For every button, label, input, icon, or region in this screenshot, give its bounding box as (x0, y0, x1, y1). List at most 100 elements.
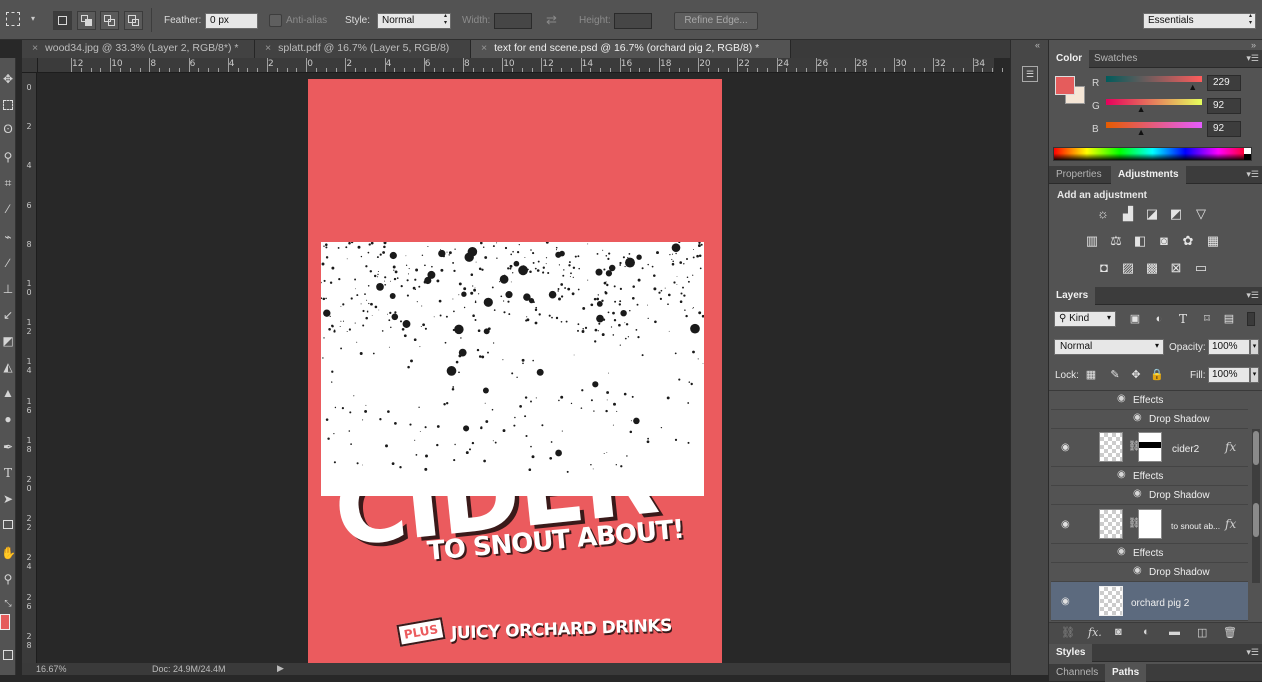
brush-tool-icon[interactable]: ∕ (1, 256, 15, 270)
fill-input[interactable]: 100% (1208, 367, 1250, 383)
filter-smart-object-icon[interactable]: ▤ (1221, 312, 1237, 326)
eye-icon[interactable]: ◉ (1061, 442, 1070, 453)
marquee-tool-icon[interactable] (1, 98, 15, 112)
panel-menu-icon[interactable]: ▾☰ (1246, 290, 1259, 301)
lock-paint-icon[interactable]: ✎ (1107, 368, 1123, 382)
r-value-input[interactable]: 229 (1207, 75, 1241, 91)
clone-stamp-tool-icon[interactable]: ⊥ (1, 282, 15, 296)
style-select[interactable]: Normal (377, 13, 451, 29)
filter-adjustment-layer-icon[interactable]: ◐ (1151, 312, 1167, 326)
photo-filter-icon[interactable]: ◙ (1156, 234, 1172, 248)
tab-splatt[interactable]: × splatt.pdf @ 16.7% (Layer 5, RGB/8) (255, 40, 471, 58)
curves-icon[interactable]: ◪ (1144, 207, 1160, 221)
eye-icon[interactable]: ◉ (1061, 596, 1070, 607)
filter-shape-layer-icon[interactable]: ⌑ (1199, 312, 1215, 326)
doc-size[interactable]: Doc: 24.9M/24.4M (152, 664, 226, 674)
dodge-tool-icon[interactable]: ● (1, 412, 15, 426)
eyedropper-tool-icon[interactable]: ⁄ (1, 202, 15, 216)
type-tool-icon[interactable]: T (1, 466, 15, 480)
layer-name[interactable]: to snout ab... (1171, 521, 1220, 531)
foreground-color-swatch[interactable] (1055, 76, 1075, 95)
eye-icon[interactable]: ◉ (1117, 393, 1126, 404)
lock-all-icon[interactable]: 🔒 (1149, 368, 1165, 382)
channel-mixer-icon[interactable]: ✿ (1180, 234, 1196, 248)
eraser-tool-icon[interactable]: ◩ (1, 334, 15, 348)
layer-mask-thumbnail[interactable] (1138, 509, 1162, 539)
collapse-arrows-icon[interactable]: » (1251, 40, 1256, 50)
trash-icon[interactable]: 🗑 (1223, 626, 1237, 639)
close-icon[interactable]: × (481, 42, 487, 54)
effects-row[interactable]: ◉ Effects (1051, 544, 1248, 563)
subtract-selection-mode-button[interactable] (100, 11, 119, 30)
eye-icon[interactable]: ◉ (1117, 469, 1126, 480)
hand-tool-icon[interactable]: ✋ (1, 546, 15, 560)
zoom-level[interactable]: 16.67% (36, 664, 67, 674)
paint-bucket-tool-icon[interactable]: ◭ (1, 360, 15, 374)
exposure-icon[interactable]: ◩ (1168, 207, 1184, 221)
fill-dropdown-arrow[interactable]: ▾ (1250, 367, 1259, 383)
zoom-tool-icon[interactable]: ⚲ (1, 572, 15, 586)
effects-row[interactable]: ◉ Effects (1051, 467, 1248, 486)
workspace-select[interactable]: Essentials (1143, 13, 1256, 29)
pen-tool-icon[interactable]: ✒ (1, 440, 15, 454)
layers-scrollbar-thumb[interactable] (1253, 503, 1259, 537)
filter-toggle-switch[interactable] (1247, 312, 1255, 326)
panel-menu-icon[interactable]: ▾☰ (1246, 53, 1259, 64)
g-value-input[interactable]: 92 (1207, 98, 1241, 114)
black-white-icon[interactable]: ◧ (1132, 234, 1148, 248)
vibrance-icon[interactable]: ▽ (1193, 207, 1209, 221)
blur-tool-icon[interactable]: ▲ (1, 386, 15, 400)
tab-channels[interactable]: Channels (1049, 664, 1105, 682)
posterize-icon[interactable]: ▨ (1120, 261, 1136, 275)
history-brush-tool-icon[interactable]: ↙ (1, 308, 15, 322)
intersect-selection-mode-button[interactable] (124, 11, 143, 30)
color-lookup-icon[interactable]: ▦ (1205, 234, 1221, 248)
layer-row-selected[interactable]: ◉ orchard pig 2 (1051, 582, 1248, 621)
opacity-dropdown-arrow[interactable]: ▾ (1250, 339, 1259, 355)
eye-icon[interactable]: ◉ (1133, 488, 1142, 499)
lasso-tool-icon[interactable]: ʘ (1, 122, 15, 136)
filter-pixel-layer-icon[interactable]: ▣ (1127, 312, 1143, 326)
layer-thumbnail[interactable] (1099, 586, 1123, 616)
tab-text-for-end-scene[interactable]: × text for end scene.psd @ 16.7% (orchard… (471, 40, 791, 58)
status-menu-icon[interactable]: ▶ (277, 663, 284, 674)
foreground-color-swatch[interactable] (0, 614, 10, 630)
add-selection-mode-button[interactable] (77, 11, 96, 30)
close-icon[interactable]: × (265, 42, 271, 54)
panel-menu-icon[interactable]: ▾☰ (1246, 647, 1259, 658)
layer-thumbnail[interactable] (1099, 432, 1123, 462)
tab-swatches[interactable]: Swatches (1087, 50, 1144, 68)
spectrum-white-black-swatch[interactable] (1244, 148, 1251, 160)
eye-icon[interactable]: ◉ (1133, 412, 1142, 423)
levels-icon[interactable]: ▟ (1120, 207, 1136, 221)
eye-icon[interactable]: ◉ (1133, 565, 1142, 576)
add-mask-icon[interactable]: ◙ (1115, 626, 1122, 638)
tab-paths[interactable]: Paths (1105, 664, 1147, 682)
layers-scrollbar[interactable] (1252, 429, 1260, 583)
new-group-icon[interactable]: ▬ (1169, 626, 1180, 638)
fx-icon[interactable]: fx (1225, 440, 1236, 454)
hue-saturation-icon[interactable]: ▥ (1084, 234, 1100, 248)
crop-tool-icon[interactable]: ⌗ (1, 176, 15, 190)
selective-color-icon[interactable]: ▭ (1193, 261, 1209, 275)
g-slider-track[interactable] (1106, 99, 1202, 105)
layer-name[interactable]: orchard pig 2 (1131, 598, 1189, 609)
layer-row[interactable]: ◉ ⛓ to snout ab... fx (1051, 505, 1248, 544)
layer-mask-thumbnail[interactable] (1138, 432, 1162, 462)
document-canvas[interactable]: CIDER TO SNOUT ABOUT! PLUS JUICY ORCHARD… (308, 79, 722, 663)
tab-properties[interactable]: Properties (1049, 166, 1109, 184)
drop-shadow-row[interactable]: ◉ Drop Shadow (1051, 486, 1248, 505)
layers-scrollbar-thumb[interactable] (1253, 431, 1259, 465)
eye-icon[interactable]: ◉ (1061, 519, 1070, 530)
close-icon[interactable]: × (32, 42, 38, 54)
opacity-input[interactable]: 100% (1208, 339, 1250, 355)
panel-menu-icon[interactable]: ▾☰ (1246, 169, 1259, 180)
history-panel-icon[interactable]: ☰ (1022, 66, 1038, 82)
layer-row[interactable]: ◉ ⛓ cider2 fx (1051, 429, 1248, 467)
tab-adjustments[interactable]: Adjustments (1111, 166, 1186, 184)
b-slider-track[interactable] (1106, 122, 1202, 128)
width-input[interactable] (494, 13, 532, 29)
lock-transparent-icon[interactable]: ▦ (1083, 368, 1099, 382)
swap-colors-icon[interactable]: ⤡ (1, 596, 15, 610)
swap-width-height-icon[interactable]: ⇄ (546, 12, 557, 28)
